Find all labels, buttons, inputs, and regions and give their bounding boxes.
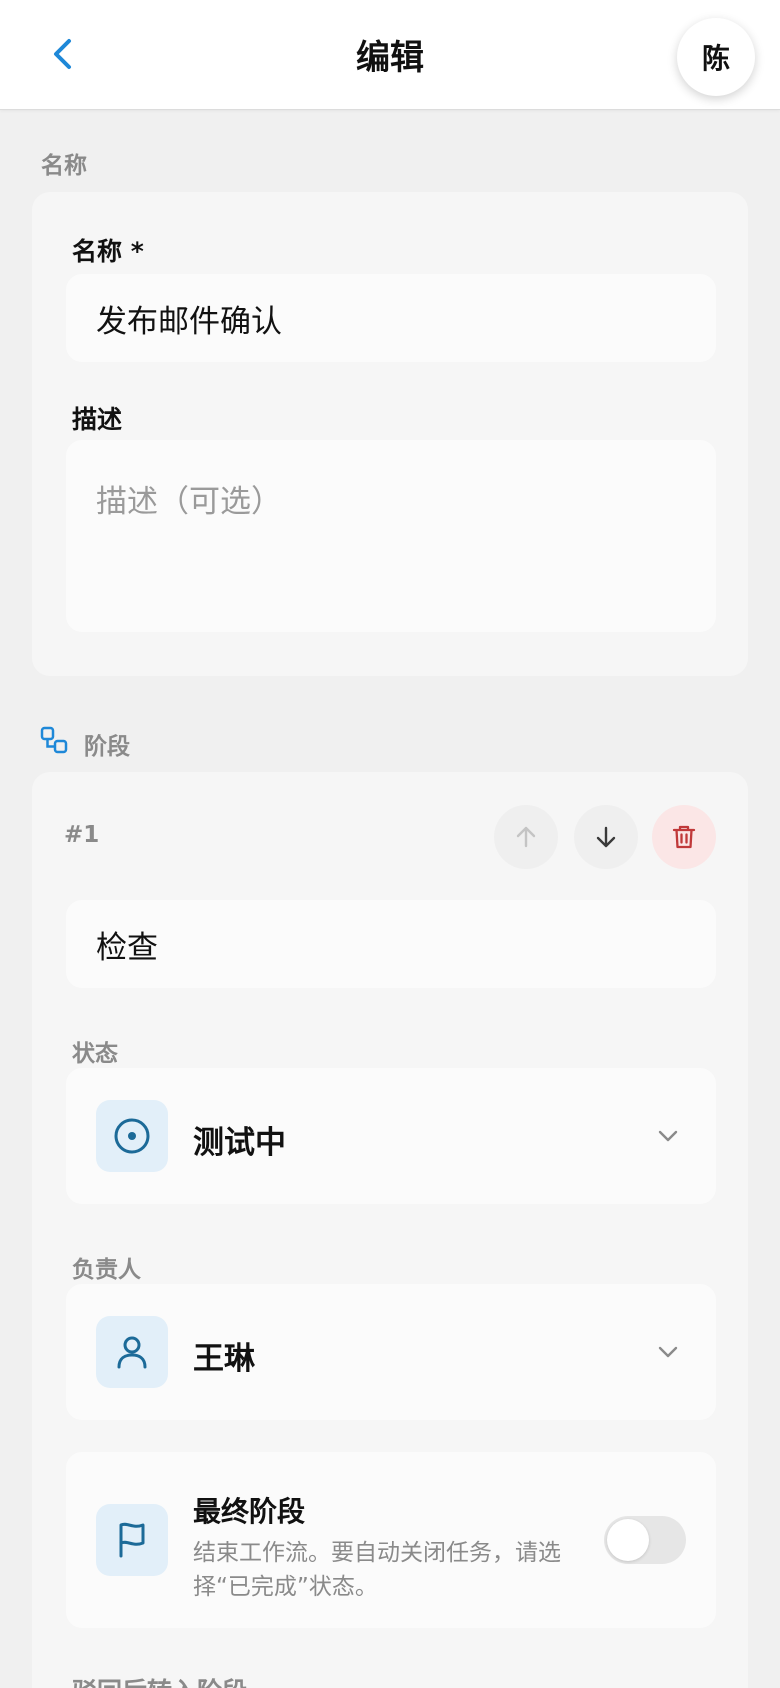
page-title: 编辑 bbox=[356, 38, 424, 78]
arrow-down-icon bbox=[596, 826, 616, 848]
move-down-button[interactable] bbox=[574, 805, 638, 869]
flag-icon bbox=[119, 1522, 145, 1558]
move-up-button[interactable] bbox=[494, 805, 558, 869]
stages-section-label: 阶段 bbox=[84, 734, 130, 760]
chevron-down-icon bbox=[658, 1130, 678, 1142]
description-input[interactable] bbox=[66, 440, 716, 632]
assignee-icon-box bbox=[96, 1316, 168, 1388]
stage-card: #1 状态 测试中 负责人 bbox=[32, 772, 748, 1688]
arrow-up-icon bbox=[516, 826, 536, 848]
name-section-label: 名称 bbox=[41, 153, 87, 179]
top-bar: 编辑 陈 bbox=[0, 0, 780, 110]
status-field-label: 状态 bbox=[72, 1041, 118, 1067]
stage-name-input[interactable] bbox=[66, 900, 716, 988]
delete-stage-button[interactable] bbox=[652, 805, 716, 869]
final-stage-row: 最终阶段 结束工作流。要自动关闭任务，请选择“已完成”状态。 bbox=[66, 1452, 716, 1628]
description-field-label: 描述 bbox=[72, 405, 123, 434]
status-select[interactable]: 测试中 bbox=[66, 1068, 716, 1204]
assignee-field-label: 负责人 bbox=[72, 1257, 141, 1283]
name-card: 名称 * 描述 bbox=[32, 192, 748, 676]
assignee-select[interactable]: 王琳 bbox=[66, 1284, 716, 1420]
trash-icon bbox=[672, 825, 696, 849]
user-avatar[interactable]: 陈 bbox=[677, 18, 755, 96]
status-icon-box bbox=[96, 1100, 168, 1172]
status-value: 测试中 bbox=[193, 1125, 286, 1161]
toggle-knob bbox=[607, 1519, 649, 1561]
name-input[interactable] bbox=[66, 274, 716, 362]
stages-icon bbox=[40, 726, 68, 754]
name-field-label: 名称 * bbox=[72, 237, 144, 266]
final-stage-icon-box bbox=[96, 1504, 168, 1576]
chevron-down-icon bbox=[658, 1346, 678, 1358]
final-stage-title: 最终阶段 bbox=[193, 1495, 306, 1528]
stage-number: #1 bbox=[64, 822, 100, 848]
person-icon bbox=[117, 1336, 147, 1369]
next-stage-label: 驳回后转入阶段 bbox=[72, 1672, 247, 1688]
target-circle-icon bbox=[114, 1118, 150, 1154]
assignee-value: 王琳 bbox=[193, 1341, 255, 1377]
final-stage-description: 结束工作流。要自动关闭任务，请选择“已完成”状态。 bbox=[193, 1540, 561, 1600]
final-stage-toggle[interactable] bbox=[604, 1516, 686, 1564]
